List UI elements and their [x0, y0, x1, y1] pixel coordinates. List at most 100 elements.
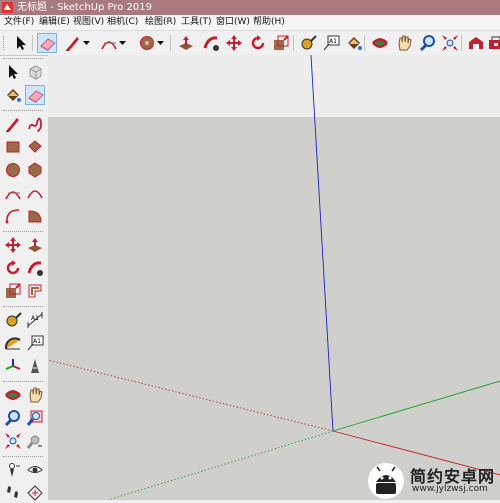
axes-button[interactable] — [3, 356, 23, 376]
offset-button[interactable] — [25, 281, 45, 301]
eraser-button[interactable] — [25, 85, 45, 105]
text-button[interactable]: A1 — [321, 33, 341, 53]
push-pull-icon — [28, 238, 42, 252]
pie-icon — [28, 210, 42, 223]
toolbar-grip[interactable] — [3, 110, 43, 113]
push-pull-button[interactable] — [25, 235, 45, 255]
three-point-arc-icon — [5, 209, 20, 224]
toolbar-grip[interactable] — [3, 58, 43, 61]
menu-file[interactable]: 文件(F) — [4, 15, 34, 30]
dimension-icon: A1 — [27, 312, 43, 328]
pan-icon — [29, 387, 43, 403]
eraser-button[interactable] — [37, 33, 57, 53]
position-camera-button[interactable] — [3, 460, 23, 480]
rectangle-button[interactable] — [3, 137, 23, 157]
drawing-canvas[interactable] — [48, 55, 500, 500]
paint-bucket-button[interactable] — [3, 85, 23, 105]
protractor-button[interactable] — [3, 333, 23, 353]
scale-button[interactable] — [271, 33, 291, 53]
zoom-extents-button[interactable] — [3, 431, 23, 451]
menu-help[interactable]: 帮助(H) — [253, 15, 285, 30]
zoom-button[interactable] — [3, 408, 23, 428]
pie-button[interactable] — [25, 206, 45, 226]
arc-icon — [101, 41, 117, 50]
two-point-arc-button[interactable] — [25, 183, 45, 203]
menu-draw[interactable]: 绘图(R) — [145, 15, 176, 30]
section-plane-button[interactable] — [25, 483, 45, 503]
y-axis-negative — [107, 430, 334, 500]
select-button[interactable] — [3, 62, 23, 82]
select-button[interactable] — [11, 33, 31, 53]
menu-edit[interactable]: 编辑(E) — [39, 15, 70, 30]
y-axis-positive — [332, 380, 500, 432]
freehand-button[interactable] — [25, 114, 45, 134]
rotate-button[interactable] — [3, 258, 23, 278]
pan-button[interactable] — [394, 33, 414, 53]
walk-button[interactable] — [3, 483, 23, 503]
previous-view-button[interactable] — [25, 431, 45, 451]
text-button[interactable]: A1 — [25, 333, 45, 353]
toolbar-grip[interactable] — [3, 231, 43, 234]
toolbar-grip[interactable] — [3, 381, 43, 384]
menu-tools[interactable]: 工具(T) — [181, 15, 212, 30]
rectangle-icon — [6, 141, 20, 153]
main-toolbar: A1 — [0, 31, 500, 56]
look-around-icon — [27, 466, 43, 473]
circle-button[interactable] — [3, 160, 23, 180]
menu-camera[interactable]: 相机(C) — [107, 15, 138, 30]
zoom-extents-icon — [5, 433, 21, 449]
position-camera-icon — [9, 463, 20, 477]
orbit-button[interactable] — [3, 385, 23, 405]
two-point-arc-icon — [27, 190, 43, 199]
orbit-button[interactable] — [370, 33, 390, 53]
chevron-down-icon[interactable] — [119, 33, 126, 53]
toolbar-grip[interactable] — [3, 36, 6, 50]
component-icon — [29, 65, 42, 80]
move-button[interactable] — [3, 235, 23, 255]
zoom-extents-button[interactable] — [440, 33, 460, 53]
menu-bar: 文件(F) 编辑(E) 视图(V) 相机(C) 绘图(R) 工具(T) 窗口(W) 帮助(H) — [0, 15, 500, 31]
toolbar-grip[interactable] — [3, 456, 43, 459]
follow-me-button[interactable] — [25, 258, 45, 278]
tape-measure-button[interactable] — [298, 33, 318, 53]
follow-me-button[interactable] — [201, 33, 221, 53]
menu-view[interactable]: 视图(V) — [73, 15, 104, 30]
scale-button[interactable] — [3, 281, 23, 301]
toolbar-grip[interactable] — [3, 306, 43, 309]
zoom-window-button[interactable] — [25, 408, 45, 428]
pencil-line-button[interactable] — [63, 33, 83, 53]
move-icon — [226, 35, 242, 51]
toolbar-separator — [32, 35, 33, 51]
look-around-button[interactable] — [25, 460, 45, 480]
pan-button[interactable] — [25, 385, 45, 405]
push-pull-button[interactable] — [176, 33, 196, 53]
protractor-icon — [4, 337, 21, 350]
paint-bucket-button[interactable] — [344, 33, 364, 53]
polygon-button[interactable] — [25, 160, 45, 180]
extension-button[interactable] — [486, 33, 500, 53]
arc-button[interactable] — [3, 183, 23, 203]
three-point-arc-button[interactable] — [3, 206, 23, 226]
rotated-rectangle-button[interactable] — [25, 137, 45, 157]
chevron-down-icon[interactable] — [83, 33, 90, 53]
rotate-button[interactable] — [248, 33, 268, 53]
tape-measure-button[interactable] — [3, 310, 23, 330]
circle-shape-button[interactable] — [137, 33, 157, 53]
tape-measure-icon — [301, 35, 317, 50]
zoom-icon — [4, 410, 20, 427]
walk-icon — [7, 486, 18, 498]
arc-button[interactable] — [99, 33, 119, 53]
zoom-button[interactable] — [418, 33, 438, 53]
move-button[interactable] — [224, 33, 244, 53]
component-button[interactable] — [25, 62, 45, 82]
chevron-down-icon[interactable] — [157, 33, 164, 53]
dimension-button[interactable]: A1 — [25, 310, 45, 330]
sketchup-logo-icon — [2, 2, 13, 13]
previous-view-icon — [26, 435, 42, 449]
3d-text-button[interactable] — [25, 356, 45, 376]
warehouse-button[interactable] — [466, 33, 486, 53]
menu-window[interactable]: 窗口(W) — [216, 15, 250, 30]
3d-text-icon — [31, 359, 39, 373]
line-button[interactable] — [3, 114, 23, 134]
section-plane-icon — [27, 485, 43, 501]
